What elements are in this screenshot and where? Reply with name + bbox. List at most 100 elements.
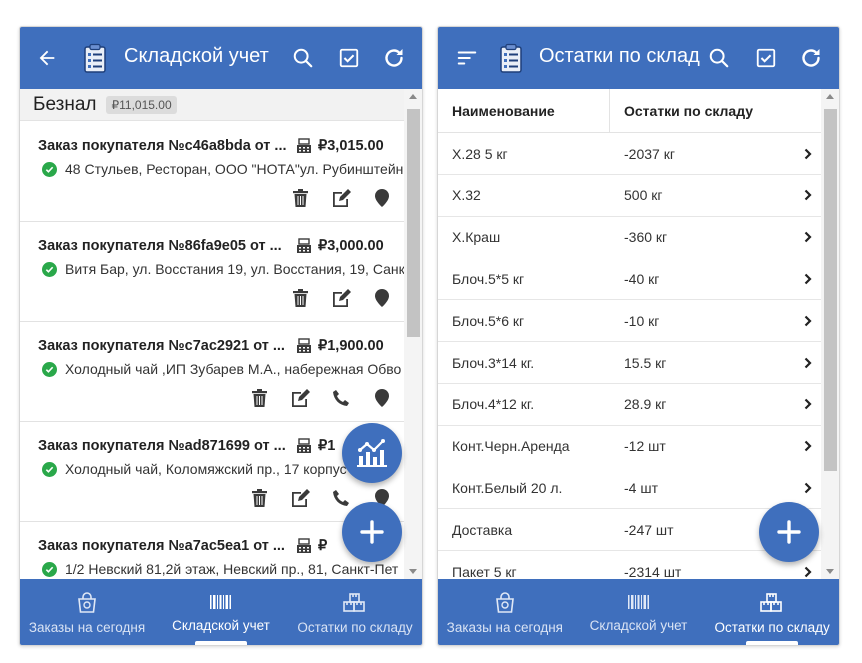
chevron-right-icon[interactable] [799,231,817,243]
checkbox-select-icon[interactable] [751,43,781,73]
scroll-up-icon[interactable] [826,94,834,99]
analytics-fab-button[interactable] [342,423,402,483]
boxes-icon [343,593,365,612]
order-title: Заказ покупателя №86fa9e05 от ... [38,238,282,254]
chevron-right-icon[interactable] [799,398,817,410]
stock-balance-screen: Остатки по склад Наименование Остатки по… [437,26,840,646]
product-name: Блоч.5*5 кг [452,270,525,287]
refresh-icon[interactable] [379,43,409,73]
chevron-right-icon[interactable] [799,189,817,201]
order-address-row: Витя Бар, ул. Восстания 19, ул. Восстани… [42,259,406,279]
table-row[interactable]: Блоч.4*12 кг. 28.9 кг [438,383,823,426]
nav-label: Заказы на сегодня [28,620,146,635]
check-circle-icon [42,561,57,577]
cash-register-icon [296,338,312,354]
product-name: Конт.Черн.Аренда [452,438,570,455]
table-row[interactable]: Блоч.5*6 кг -10 кг [438,300,823,343]
phone-icon[interactable] [331,388,351,408]
product-name: Х.Краш [452,229,501,246]
scrollbar[interactable] [404,89,422,581]
edit-icon[interactable] [290,488,310,508]
chevron-right-icon[interactable] [799,148,817,160]
chevron-right-icon[interactable] [799,357,817,369]
column-header-stock[interactable]: Остатки по складу [610,89,753,133]
shopping-bag-icon [495,592,514,613]
search-icon[interactable] [704,43,734,73]
nav-warehouse[interactable]: Складской учет [154,579,288,645]
nav-stock-balance[interactable]: Остатки по складу [705,579,839,645]
table-row[interactable]: Х.32 500 кг [438,174,823,217]
stock-quantity: -360 кг [624,229,668,246]
clipboard-logo-icon [82,43,108,73]
scrollbar[interactable] [821,89,839,581]
order-address: 48 Стульев, Ресторан, ООО "НОТА"ул. Руби… [65,161,406,177]
delete-icon[interactable] [249,388,269,408]
stock-quantity: -40 кг [624,270,660,287]
table-row[interactable]: Блоч.5*5 кг -40 кг [438,258,823,301]
delete-icon[interactable] [290,188,310,208]
nav-orders-today[interactable]: Заказы на сегодня [438,579,572,645]
search-icon[interactable] [288,43,318,73]
order-address: 1/2 Невский 81,2й этаж, Невский пр., 81,… [65,561,399,577]
table-row[interactable]: Х.28 5 кг -2037 кг [438,133,823,175]
product-name: Блоч.4*12 кг. [452,396,535,413]
scroll-down-icon[interactable] [409,569,417,574]
table-row[interactable]: Конт.Черн.Аренда -12 шт [438,425,823,468]
nav-label: Складской учет [172,618,270,633]
refresh-icon[interactable] [796,43,826,73]
product-name: Доставка [452,521,513,538]
nav-label: Остатки по складу [297,620,413,635]
order-address: Витя Бар, ул. Восстания 19, ул. Восстани… [65,261,406,277]
order-title-row: Заказ покупателя №c46a8bda от ... ₽3,015.… [38,136,396,156]
table-row[interactable]: Блоч.3*14 кг. 15.5 кг [438,342,823,384]
order-title-row: Заказ покупателя №c7ac2921 от ... ₽1,900.… [38,336,396,356]
nav-orders-today[interactable]: Заказы на сегодня [20,579,154,645]
scroll-thumb[interactable] [407,109,420,337]
map-pin-icon[interactable] [372,288,392,308]
chart-icon [357,439,387,467]
back-arrow-icon[interactable] [32,43,62,73]
map-pin-icon[interactable] [372,188,392,208]
order-amount: ₽1,900.00 [318,338,384,354]
add-fab-button[interactable] [759,502,819,562]
stock-quantity: -2314 шт [624,563,682,580]
cash-register-icon [296,438,312,454]
order-address-row: 1/2 Невский 81,2й этаж, Невский пр., 81,… [42,559,406,579]
cash-register-icon [296,138,312,154]
edit-icon[interactable] [290,388,310,408]
chevron-right-icon[interactable] [799,273,817,285]
payment-group-header[interactable]: Безнал ₽11,015.00 [20,89,406,121]
checkbox-select-icon[interactable] [334,43,364,73]
chevron-right-icon[interactable] [799,440,817,452]
edit-icon[interactable] [331,288,351,308]
nav-warehouse[interactable]: Складской учет [572,579,706,645]
table-row[interactable]: Х.Краш -360 кг [438,216,823,259]
shopping-bag-icon [78,592,96,613]
nav-stock-balance[interactable]: Остатки по складу [288,579,422,645]
order-card[interactable]: Заказ покупателя №c7ac2921 от ... ₽1,900.… [20,322,406,422]
product-name: Х.32 [452,187,481,204]
scroll-thumb[interactable] [824,109,837,471]
plus-icon [360,520,384,544]
chevron-right-icon[interactable] [799,566,817,578]
chevron-right-icon[interactable] [799,482,817,494]
order-card[interactable]: Заказ покупателя №c46a8bda от ... ₽3,015.… [20,122,406,222]
edit-icon[interactable] [331,188,351,208]
order-amount: ₽3,000.00 [318,238,384,254]
check-circle-icon [42,161,57,177]
delete-icon[interactable] [290,288,310,308]
check-circle-icon [42,461,57,477]
scroll-up-icon[interactable] [409,94,417,99]
add-fab-button[interactable] [342,502,402,562]
order-amount: ₽3,015.00 [318,138,384,154]
product-name: Блоч.5*6 кг [452,312,525,329]
order-card[interactable]: Заказ покупателя №86fa9e05 от ... ₽3,000.… [20,222,406,322]
chevron-right-icon[interactable] [799,315,817,327]
sort-menu-icon[interactable] [452,43,482,73]
table-row[interactable]: Конт.Белый 20 л. -4 шт [438,467,823,510]
scroll-down-icon[interactable] [826,569,834,574]
column-header-name[interactable]: Наименование [438,88,610,133]
map-pin-icon[interactable] [372,388,392,408]
phone-icon[interactable] [331,488,351,508]
delete-icon[interactable] [249,488,269,508]
